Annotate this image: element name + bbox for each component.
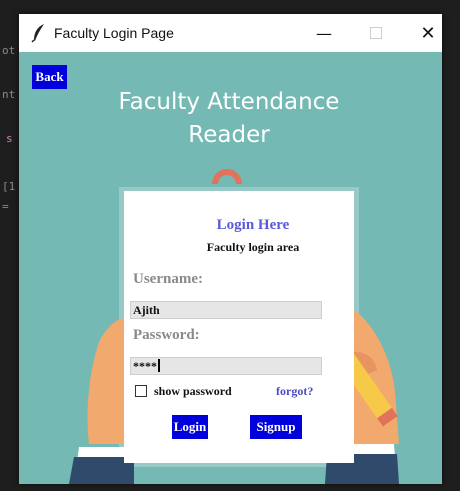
login-title: Login Here [216,217,290,233]
maximize-button[interactable] [353,14,399,52]
window-title: Faculty Login Page [54,25,174,41]
username-value: Ajith [133,303,160,317]
feather-icon [31,24,44,43]
username-input[interactable]: Ajith [130,301,322,319]
password-input[interactable]: **** [130,357,322,375]
minimize-icon: — [316,23,332,43]
page-title-line-1: Faculty Attendance [118,89,340,115]
editor-background-text: s [6,132,13,145]
editor-background-text: ot [2,44,16,57]
app-window: Faculty Login Page — ✕ Back Faculty Atte… [19,14,442,484]
back-button[interactable]: Back [32,65,67,89]
signup-button[interactable]: Signup [250,415,302,439]
window-content: Back Faculty Attendance Reader Login Her… [19,52,442,484]
close-icon: ✕ [420,22,436,44]
minimize-button[interactable]: — [301,14,347,52]
page-title: Faculty Attendance Reader [79,86,379,152]
login-button[interactable]: Login [172,415,208,439]
maximize-icon [370,27,382,39]
password-label: Password: [133,327,200,343]
close-button[interactable]: ✕ [405,14,451,52]
forgot-password-link[interactable]: forgot? [276,384,313,399]
title-bar[interactable]: Faculty Login Page — ✕ [19,14,442,52]
editor-background-text: = [2,200,9,213]
show-password-checkbox[interactable] [135,385,147,397]
login-card: Login Here Faculty login area Username: … [124,191,354,463]
text-cursor [158,359,160,372]
editor-background-text: [1 [2,180,16,193]
show-password-label[interactable]: show password [154,384,232,399]
login-subtitle: Faculty login area [206,240,300,254]
password-value: **** [133,359,157,373]
page-title-line-2: Reader [188,122,270,148]
editor-background-text: nt [2,88,16,101]
username-label: Username: [133,271,203,287]
